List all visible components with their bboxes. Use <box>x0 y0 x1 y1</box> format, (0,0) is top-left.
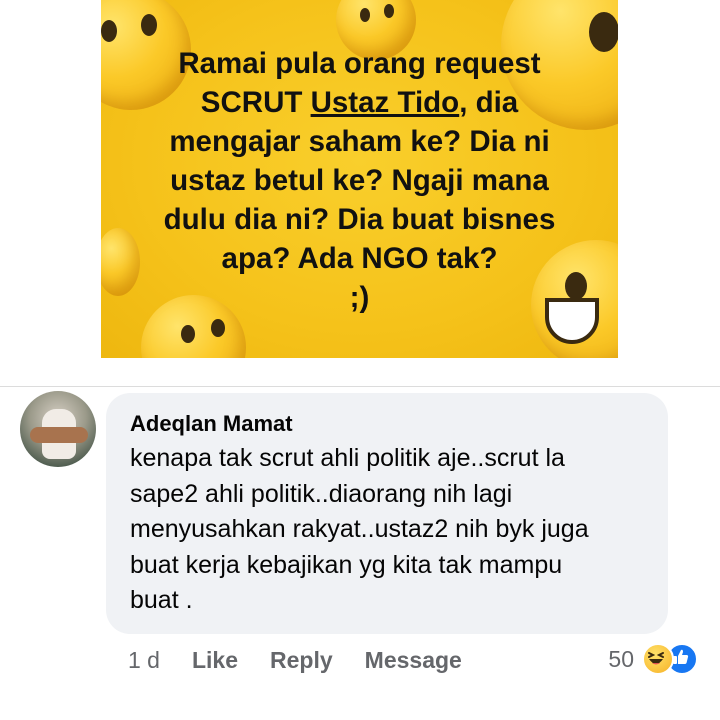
comment-line: buat . <box>130 586 193 614</box>
comment-line: kenapa tak scrut ahli politik aje..scrut… <box>130 444 565 472</box>
comment-text: kenapa tak scrut ahli politik aje..scrut… <box>130 441 650 619</box>
post-line: ;) <box>349 281 370 314</box>
haha-icon <box>642 643 674 675</box>
mentioned-name-link[interactable]: Ustaz Tido <box>311 86 460 119</box>
post-line: mengajar saham ke? Dia ni <box>169 125 550 158</box>
post-line-part: , dia <box>459 86 519 119</box>
comment-line: menyusahkan rakyat..ustaz2 nih byk juga <box>130 515 589 543</box>
post-line: ustaz betul ke? Ngaji mana <box>170 164 549 197</box>
message-button[interactable]: Message <box>365 647 462 674</box>
post-line: Ramai pula orang request <box>178 47 541 80</box>
post-text: Ramai pula orang request SCRUT Ustaz Tid… <box>141 44 578 317</box>
avatar-arm <box>30 427 88 443</box>
post-line: SCRUT Ustaz Tido, dia <box>141 83 578 122</box>
reply-button[interactable]: Reply <box>270 647 333 674</box>
comment-author[interactable]: Adeqlan Mamat <box>130 411 293 437</box>
post-image[interactable]: Ramai pula orang request SCRUT Ustaz Tid… <box>101 0 618 358</box>
comment-bubble: Adeqlan Mamat kenapa tak scrut ahli poli… <box>106 393 668 634</box>
reaction-count: 50 <box>608 645 634 672</box>
reactions-summary[interactable]: 50 <box>608 642 698 676</box>
avatar[interactable] <box>20 391 96 467</box>
post-line: dulu dia ni? Dia buat bisnes <box>163 203 556 236</box>
comment-line: buat kerja kebajikan yg kita tak mampu <box>130 550 563 579</box>
comment-actions: 1 d Like Reply Message <box>128 644 494 676</box>
emoji-left-small <box>101 228 140 296</box>
comment-line: sape2 ahli politik..diaorang nih lagi <box>130 479 513 508</box>
comment-timestamp[interactable]: 1 d <box>128 647 160 674</box>
post-line: apa? Ada NGO tak? <box>221 242 498 275</box>
divider <box>0 386 720 387</box>
post-line-part: SCRUT <box>200 86 303 119</box>
like-button[interactable]: Like <box>192 647 238 674</box>
